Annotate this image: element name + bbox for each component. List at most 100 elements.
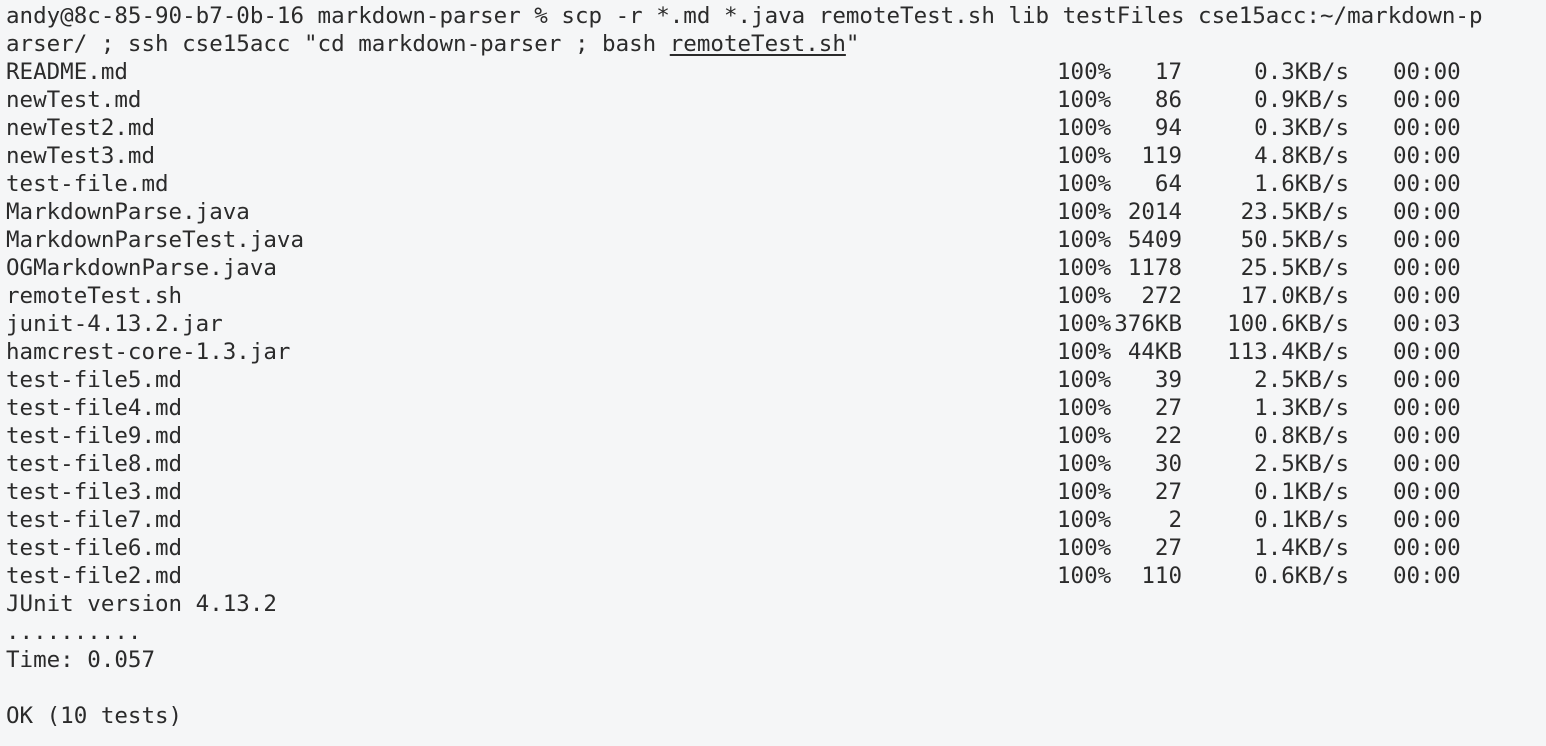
transfer-time: 00:00 [1393, 143, 1461, 169]
transfer-file-name: test-file3.md [6, 479, 183, 505]
transfer-rate: 0.9KB/s [1254, 87, 1349, 113]
transfer-time: 00:00 [1393, 563, 1461, 589]
transfer-file-name: junit-4.13.2.jar [6, 311, 223, 337]
transfer-time: 00:00 [1393, 395, 1461, 421]
transfer-rate: 113.4KB/s [1227, 339, 1349, 365]
test-time-line: Time: 0.057 [6, 647, 156, 673]
transfer-rate: 50.5KB/s [1240, 227, 1349, 253]
transfer-rate: 0.1KB/s [1254, 507, 1349, 533]
transfer-time: 00:00 [1393, 535, 1461, 561]
transfer-row: test-file4.md 100% 27 1.3KB/s 00:00 [0, 394, 1546, 422]
transfer-row: remoteTest.sh 100% 272 17.0KB/s 00:00 [0, 282, 1546, 310]
transfer-rate: 25.5KB/s [1240, 255, 1349, 281]
transfer-size: 27 [1154, 535, 1182, 561]
transfer-file-name: MarkdownParseTest.java [6, 227, 305, 253]
transfer-size: 110 [1141, 563, 1182, 589]
transfer-file-name: hamcrest-core-1.3.jar [6, 339, 291, 365]
transfer-time: 00:00 [1393, 199, 1461, 225]
transfer-percent: 100% [1057, 87, 1112, 113]
transfer-size: 86 [1154, 87, 1182, 113]
transfer-file-name: test-file8.md [6, 451, 183, 477]
transfer-percent: 100% [1057, 59, 1112, 85]
junit-version-line: JUnit version 4.13.2 [6, 591, 277, 617]
transfer-percent: 100% [1057, 507, 1112, 533]
transfer-row: MarkdownParseTest.java 100% 5409 50.5KB/s 00… [0, 226, 1546, 254]
transfer-rate: 0.6KB/s [1254, 563, 1349, 589]
transfer-rate: 2.5KB/s [1254, 451, 1349, 477]
transfer-file-name: test-file6.md [6, 535, 183, 561]
transfer-rate: 1.3KB/s [1254, 395, 1349, 421]
transfer-file-name: test-file7.md [6, 507, 183, 533]
command-line-1: andy@8c-85-90-b7-0b-16 markdown-parser %… [6, 3, 1483, 29]
transfer-rate: 1.6KB/s [1254, 171, 1349, 197]
transfer-time: 00:00 [1393, 479, 1461, 505]
terminal-output[interactable]: andy@8c-85-90-b7-0b-16 markdown-parser %… [0, 0, 1546, 746]
transfer-row: OGMarkdownParse.java 100% 1178 25.5KB/s 00:0… [0, 254, 1546, 282]
transfer-row: test-file6.md 100% 27 1.4KB/s 00:00 [0, 534, 1546, 562]
transfer-time: 00:03 [1393, 311, 1461, 337]
transfer-row: newTest2.md 100% 94 0.3KB/s 00:00 [0, 114, 1546, 142]
transfer-percent: 100% [1057, 563, 1112, 589]
transfer-row: MarkdownParse.java 100% 2014 23.5KB/s 00:00 [0, 198, 1546, 226]
transfer-row: junit-4.13.2.jar 100% 376KB 100.6KB/s 00:03 [0, 310, 1546, 338]
transfer-time: 00:00 [1393, 367, 1461, 393]
transfer-rate: 0.3KB/s [1254, 59, 1349, 85]
transfer-file-name: remoteTest.sh [6, 283, 183, 309]
transfer-time: 00:00 [1393, 115, 1461, 141]
transfer-row: test-file8.md 100% 30 2.5KB/s 00:00 [0, 450, 1546, 478]
transfer-file-name: test-file2.md [6, 563, 183, 589]
transfer-rate: 0.3KB/s [1254, 115, 1349, 141]
transfer-size: 27 [1154, 395, 1182, 421]
transfer-row: test-file5.md 100% 39 2.5KB/s 00:00 [0, 366, 1546, 394]
command-line-2-prefix: arser/ ; ssh cse15acc "cd markdown-parse… [6, 31, 670, 57]
transfer-percent: 100% [1057, 255, 1112, 281]
transfer-time: 00:00 [1393, 171, 1461, 197]
transfer-percent: 100% [1057, 115, 1112, 141]
transfer-file-name: test-file.md [6, 171, 169, 197]
transfer-percent: 100% [1057, 311, 1112, 337]
command-line-2: arser/ ; ssh cse15acc "cd markdown-parse… [6, 30, 859, 58]
transfer-time: 00:00 [1393, 59, 1461, 85]
transfer-rate: 0.8KB/s [1254, 423, 1349, 449]
test-progress-dots: .......... [6, 619, 142, 645]
transfer-size: 30 [1154, 451, 1182, 477]
transfer-row: newTest3.md 100% 119 4.8KB/s 00:00 [0, 142, 1546, 170]
command-line-2-suffix: " [845, 31, 860, 57]
transfer-size: 272 [1141, 283, 1182, 309]
transfer-row: test-file3.md 100% 27 0.1KB/s 00:00 [0, 478, 1546, 506]
transfer-size: 2 [1168, 507, 1182, 533]
transfer-size: 94 [1154, 115, 1182, 141]
transfer-size: 119 [1141, 143, 1182, 169]
transfer-time: 00:00 [1393, 423, 1461, 449]
transfer-percent: 100% [1057, 143, 1112, 169]
transfer-time: 00:00 [1393, 339, 1461, 365]
transfer-rate: 100.6KB/s [1227, 311, 1349, 337]
transfer-percent: 100% [1057, 339, 1112, 365]
transfer-time: 00:00 [1393, 283, 1461, 309]
transfer-percent: 100% [1057, 451, 1112, 477]
transfer-time: 00:00 [1393, 227, 1461, 253]
transfer-time: 00:00 [1393, 507, 1461, 533]
transfer-size: 17 [1154, 59, 1182, 85]
transfer-size: 1178 [1127, 255, 1182, 281]
transfer-time: 00:00 [1393, 451, 1461, 477]
transfer-percent: 100% [1057, 423, 1112, 449]
transfer-rate: 17.0KB/s [1240, 283, 1349, 309]
transfer-row: hamcrest-core-1.3.jar 100% 44KB 113.4KB/s 00… [0, 338, 1546, 366]
remote-test-link[interactable]: remoteTest.sh [670, 31, 846, 57]
transfer-rate: 0.1KB/s [1254, 479, 1349, 505]
transfer-row: test-file2.md 100% 110 0.6KB/s 00:00 [0, 562, 1546, 590]
transfer-rate: 23.5KB/s [1240, 199, 1349, 225]
transfer-percent: 100% [1057, 535, 1112, 561]
transfer-file-name: MarkdownParse.java [6, 199, 250, 225]
transfer-row: test-file9.md 100% 22 0.8KB/s 00:00 [0, 422, 1546, 450]
transfer-size: 5409 [1127, 227, 1182, 253]
transfer-row: newTest.md 100% 86 0.9KB/s 00:00 [0, 86, 1546, 114]
transfer-file-name: test-file5.md [6, 367, 183, 393]
transfer-size: 22 [1154, 423, 1182, 449]
transfer-rate: 4.8KB/s [1254, 143, 1349, 169]
transfer-file-name: newTest3.md [6, 143, 156, 169]
transfer-file-name: OGMarkdownParse.java [6, 255, 277, 281]
transfer-percent: 100% [1057, 171, 1112, 197]
transfer-size: 27 [1154, 479, 1182, 505]
